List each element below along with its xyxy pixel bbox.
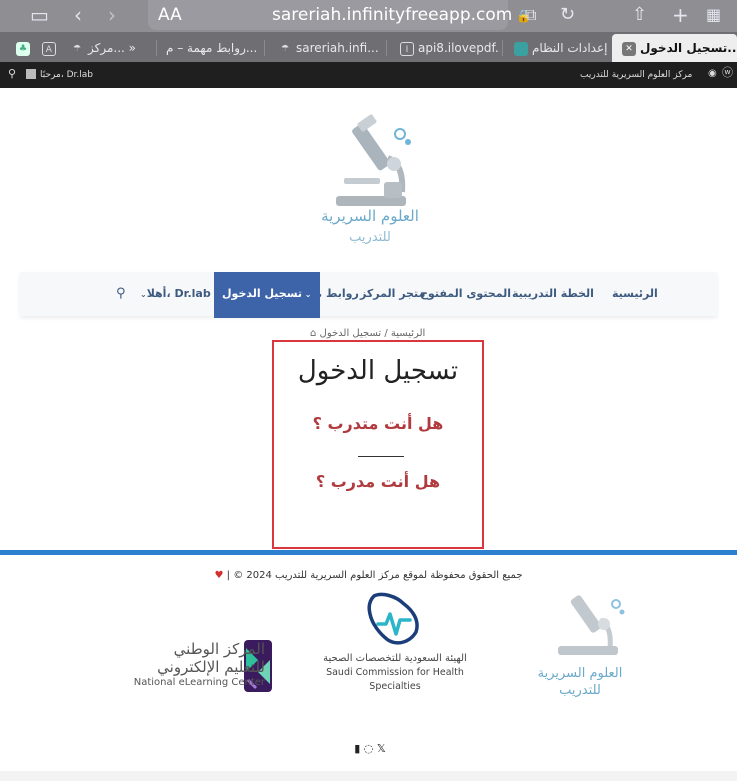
search-icon[interactable]: ⚲ xyxy=(8,67,16,81)
nav-store[interactable]: متجر المركز xyxy=(360,272,425,316)
browser-toolbar: ▭ ‹ › AA sareriah.infinityfreeapp.com 🔒 ⧉… xyxy=(0,0,737,32)
tab-center[interactable]: ☂ مركز... » xyxy=(60,36,154,60)
avatar[interactable] xyxy=(26,69,36,79)
favicon-icon: ☂ xyxy=(280,43,290,54)
favicon-icon: I xyxy=(400,41,414,56)
footer-bottom-strip xyxy=(0,771,737,781)
tab-system-settings[interactable]: إعدادات النظام... xyxy=(504,36,608,60)
url-text[interactable]: sareriah.infinityfreeapp.com 🔒 xyxy=(272,0,531,30)
favicon-icon: ♣ xyxy=(16,41,30,56)
wp-site-name[interactable]: مركز العلوم السريرية للتدريب xyxy=(580,68,692,82)
text-size-button[interactable]: AA xyxy=(158,5,182,25)
tab-sareriah[interactable]: ☂ sareriah.infi... xyxy=(268,36,384,60)
nelc-logo-text: المركز الوطني للتعليم الإلكتروني Nationa… xyxy=(133,640,265,688)
nav-user[interactable]: ⌄أهلا، Dr.lab xyxy=(140,272,211,316)
back-icon[interactable]: ‹ xyxy=(74,3,82,27)
chevron-down-icon: ⌄ xyxy=(302,290,312,299)
footer-divider xyxy=(0,550,737,555)
telegram-icon[interactable]: ▮ xyxy=(354,742,360,755)
x-icon[interactable]: 𝕏 xyxy=(377,742,386,755)
tab-login[interactable]: ✕تسجيل الدخول... xyxy=(612,34,737,62)
nav-home[interactable]: الرئيسية xyxy=(612,272,658,316)
reload-icon[interactable]: ↻ xyxy=(560,3,575,27)
chevron-down-icon: ⌄ xyxy=(140,290,147,299)
nav-open-content[interactable]: المحتوى المفتوح xyxy=(420,272,511,316)
wp-admin-bar: ⓦ ◉ مركز العلوم السريرية للتدريب مرحبًا،… xyxy=(0,62,737,88)
tab-strip: ✕تسجيل الدخول... إعدادات النظام... Iapi8… xyxy=(0,32,737,62)
tab-important-links[interactable]: روابط مهمة – م... xyxy=(160,36,262,60)
new-tab-icon[interactable]: + xyxy=(672,3,689,27)
main-nav: الرئيسية الخطة التدريبية المحتوى المفتوح… xyxy=(20,272,717,318)
wp-greeting[interactable]: مرحبًا، Dr.lab xyxy=(40,68,93,82)
favicon-icon: ☂ xyxy=(72,43,82,54)
trainee-login-link[interactable]: هل أنت متدرب ؟ xyxy=(274,414,482,433)
microscope-icon xyxy=(336,114,411,206)
nav-login[interactable]: تسجيل الدخول ⌄ xyxy=(214,272,320,318)
scfhs-logo-icon[interactable] xyxy=(362,590,428,650)
extension-icon[interactable]: ⧉ xyxy=(525,3,536,27)
home-icon[interactable]: ⌂ xyxy=(310,328,316,339)
dashboard-icon[interactable]: ◉ xyxy=(708,67,717,81)
favicon-icon xyxy=(514,41,528,56)
social-links: ▮ ◌ 𝕏 xyxy=(340,742,400,755)
close-tab-icon[interactable]: ✕ xyxy=(622,41,636,56)
tab-overview-icon[interactable]: ▦ xyxy=(706,3,721,27)
login-panel: تسجيل الدخول هل أنت متدرب ؟ هل أنت مدرب … xyxy=(272,340,484,549)
copyright-text: ♥ | © 2024 جميع الحقوق محفوظة لموقع مركز… xyxy=(214,570,523,581)
tab-ilovepdf[interactable]: Iapi8.ilovepdf... xyxy=(390,36,500,60)
share-icon[interactable]: ⇧ xyxy=(632,3,647,27)
whatsapp-icon[interactable]: ◌ xyxy=(364,742,374,755)
favicon-icon: A xyxy=(41,41,56,56)
sidebar-icon[interactable]: ▭ xyxy=(30,3,49,27)
trainer-login-link[interactable]: هل أنت مدرب ؟ xyxy=(274,472,482,491)
divider xyxy=(358,456,404,457)
heart-icon: ♥ xyxy=(214,570,224,581)
site-logo-text: العلوم السريرية للتدريب xyxy=(321,207,419,245)
forward-icon[interactable]: › xyxy=(108,3,116,27)
footer-site-logo-text: العلوم السريرية للتدريب xyxy=(537,666,623,698)
footer-site-logo[interactable] xyxy=(536,590,636,662)
search-icon[interactable]: ⚲ xyxy=(116,272,126,316)
scfhs-logo-text: الهيئة السعودية للتخصصات الصحية Saudi Co… xyxy=(323,653,467,692)
breadcrumb: ⌂ الرئيسية / تسجيل الدخول xyxy=(310,328,426,339)
wordpress-icon[interactable]: ⓦ xyxy=(722,66,733,80)
nav-training-plan[interactable]: الخطة التدريبية xyxy=(512,272,594,316)
tab-pinned[interactable]: ♣ A xyxy=(6,36,56,60)
page-title: تسجيل الدخول xyxy=(297,356,459,386)
